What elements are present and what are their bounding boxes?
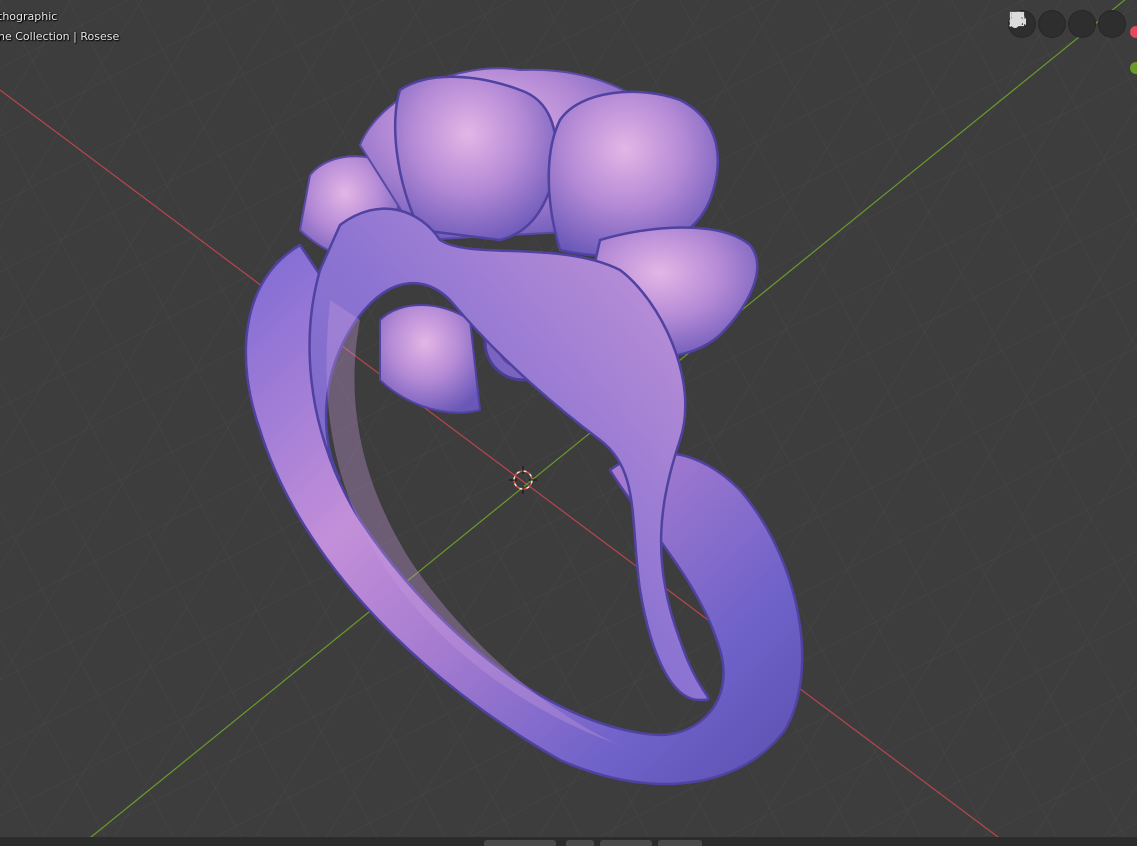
footer-tool-slot[interactable] <box>484 840 556 846</box>
footer-tool-slot[interactable] <box>600 840 652 846</box>
zoom-view-button[interactable] <box>1009 11 1125 37</box>
collection-label: ne Collection | Rosese <box>0 30 120 43</box>
camera-view-button[interactable] <box>1011 11 1065 37</box>
viewport-scene <box>0 0 1137 846</box>
zoom-icon <box>1009 11 1025 27</box>
navigation-gizmo <box>1009 11 1125 37</box>
footer-tool-slot[interactable] <box>566 840 594 846</box>
view-mode-label: thographic <box>0 10 58 23</box>
gizmo-x-axis-icon[interactable] <box>1130 26 1137 38</box>
footer-tool-slot[interactable] <box>658 840 702 846</box>
3d-viewport[interactable]: thographic ne Collection | Rosese <box>0 0 1137 846</box>
gizmo-y-axis-icon[interactable] <box>1130 62 1137 74</box>
viewport-footer <box>0 837 1137 846</box>
pan-view-button[interactable] <box>1009 11 1095 37</box>
